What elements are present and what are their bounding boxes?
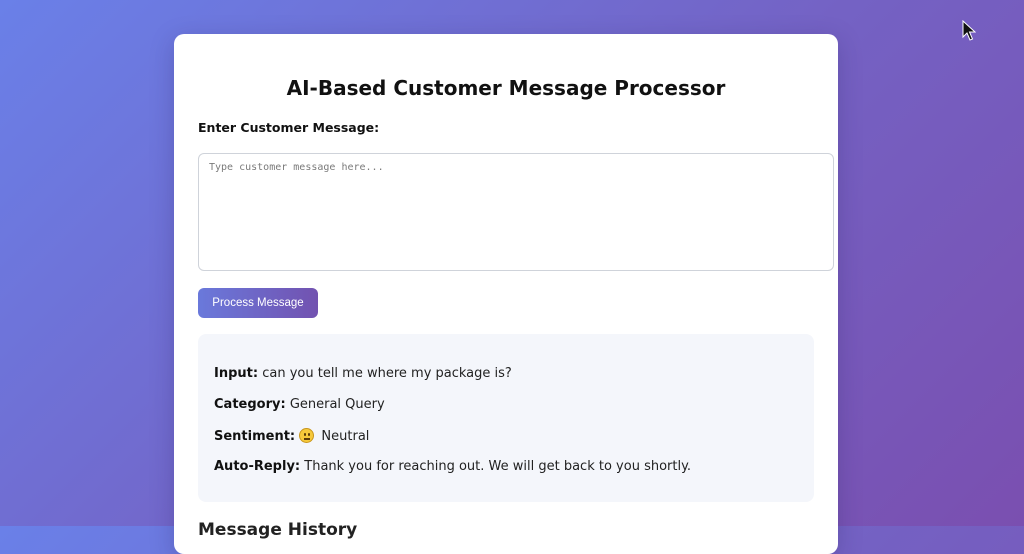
result-reply-value: Thank you for reaching out. We will get …	[304, 459, 692, 474]
message-input-label: Enter Customer Message:	[198, 120, 380, 135]
message-history-heading: Message History	[198, 520, 358, 540]
mouse-cursor-icon	[962, 20, 976, 41]
result-reply-label: Auto-Reply:	[214, 459, 301, 474]
result-input-value: can you tell me where my package is?	[262, 366, 512, 381]
customer-message-input[interactable]	[198, 153, 834, 271]
processor-card: AI-Based Customer Message Processor Ente…	[174, 34, 838, 554]
result-sentiment-label: Sentiment:	[214, 429, 296, 444]
result-sentiment-value: Neutral	[321, 429, 370, 444]
result-sentiment-row: Sentiment: Neutral	[214, 428, 369, 444]
result-category-value: General Query	[289, 397, 385, 412]
neutral-face-icon	[299, 428, 315, 443]
result-input-label: Input:	[214, 366, 259, 381]
result-category-row: Category: General Query	[214, 397, 385, 412]
result-reply-row: Auto-Reply: Thank you for reaching out. …	[214, 459, 691, 474]
page-title: AI-Based Customer Message Processor	[286, 76, 726, 100]
result-panel: Input: can you tell me where my package …	[198, 334, 814, 502]
result-input-row: Input: can you tell me where my package …	[214, 366, 512, 381]
process-message-button[interactable]: Process Message	[198, 288, 318, 318]
result-category-label: Category:	[214, 397, 286, 412]
